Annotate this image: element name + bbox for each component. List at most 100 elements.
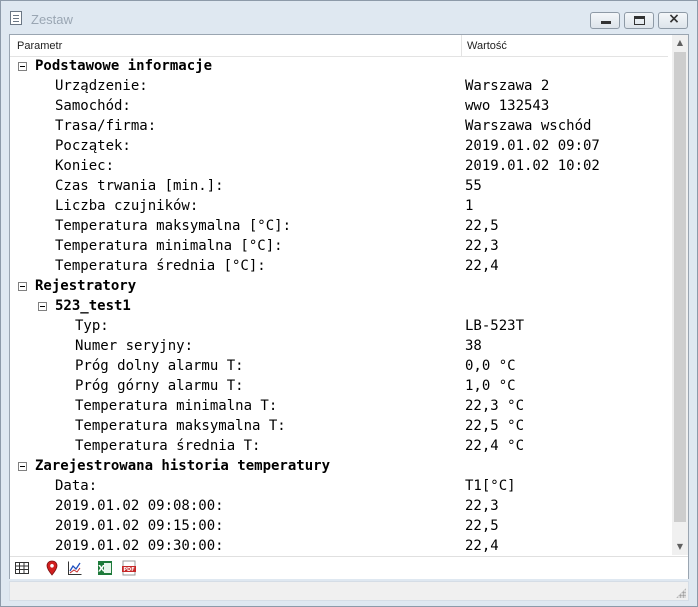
parameter-label: Temperatura minimalna [°C]:	[55, 238, 283, 254]
parameter-label: Data:	[55, 478, 98, 494]
parameter-label: Samochód:	[55, 98, 131, 114]
resize-grip[interactable]	[676, 588, 686, 598]
bottom-toolbar: X PDF	[10, 556, 688, 579]
parameter-value: 38	[465, 338, 482, 354]
minimize-button[interactable]	[590, 12, 620, 29]
column-header: Parametr Wartość	[10, 35, 668, 57]
tree-row[interactable]: Samochód: wwo 132543	[10, 96, 668, 116]
tree-row[interactable]: Liczba czujników: 1	[10, 196, 668, 216]
parameter-label: Podstawowe informacje	[35, 58, 213, 74]
parameter-value: Warszawa 2	[465, 78, 550, 94]
tree-row[interactable]: Próg górny alarmu T: 1,0 °C	[10, 376, 668, 396]
table-view-icon[interactable]	[14, 560, 30, 576]
collapse-toggle-icon[interactable]	[18, 62, 27, 71]
vertical-scrollbar[interactable]: ▲ ▼	[672, 35, 688, 555]
close-button[interactable]: ×	[658, 11, 688, 29]
tree-rows: Podstawowe informacje Urządzenie: Warszawa…	[10, 56, 668, 555]
svg-text:X: X	[98, 565, 105, 575]
parameter-value: 22,5	[465, 218, 499, 234]
parameter-value: 0,0 °C	[465, 358, 516, 374]
scroll-thumb[interactable]	[674, 52, 686, 522]
tree-group-row[interactable]: Rejestratory	[10, 276, 668, 296]
pdf-export-icon[interactable]: PDF	[121, 560, 137, 576]
tree-row[interactable]: Temperatura maksymalna T: 22,5 °C	[10, 416, 668, 436]
parameter-label: Urządzenie:	[55, 78, 148, 94]
parameter-value: 22,4	[465, 538, 499, 554]
tree-row[interactable]: 2019.01.02 09:30:00: 22,4	[10, 536, 668, 555]
parameter-value: 22,3	[465, 238, 499, 254]
tree-row[interactable]: Temperatura minimalna T: 22,3 °C	[10, 396, 668, 416]
parameter-value: 22,3	[465, 498, 499, 514]
svg-text:PDF: PDF	[123, 567, 134, 573]
parameter-label: Próg dolny alarmu T:	[75, 358, 244, 374]
window: Zestaw × Parametr Wartość Podstawowe inf…	[0, 0, 698, 607]
parameter-label: Temperatura średnia T:	[75, 438, 261, 454]
parameter-label: Trasa/firma:	[55, 118, 157, 134]
scroll-up-arrow-icon[interactable]: ▲	[672, 35, 688, 51]
column-divider[interactable]	[461, 35, 462, 56]
tree-row[interactable]: 2019.01.02 09:08:00: 22,3	[10, 496, 668, 516]
parameter-label: 2019.01.02 09:08:00:	[55, 498, 224, 514]
parameter-value: 22,5	[465, 518, 499, 534]
parameter-value: 2019.01.02 09:07	[465, 138, 600, 154]
scroll-down-arrow-icon[interactable]: ▼	[672, 539, 688, 555]
parameter-value: 22,4 °C	[465, 438, 525, 454]
collapse-toggle-icon[interactable]	[18, 462, 27, 471]
column-header-parameter[interactable]: Parametr	[17, 40, 62, 52]
window-title: Zestaw	[31, 12, 73, 27]
tree-row[interactable]: Temperatura maksymalna [°C]: 22,5	[10, 216, 668, 236]
column-header-value[interactable]: Wartość	[467, 40, 507, 52]
tree-group-row[interactable]: Zarejestrowana historia temperatury	[10, 456, 668, 476]
collapse-toggle-icon[interactable]	[38, 302, 47, 311]
chart-icon[interactable]	[67, 560, 83, 576]
tree-row[interactable]: Próg dolny alarmu T: 0,0 °C	[10, 356, 668, 376]
parameter-value: 1	[465, 198, 474, 214]
parameter-value: T1[°C]	[465, 478, 516, 494]
tree-row[interactable]: Początek: 2019.01.02 09:07	[10, 136, 668, 156]
parameter-label: 523_test1	[55, 298, 131, 314]
tree-view: Parametr Wartość Podstawowe informacje Ur…	[9, 34, 689, 579]
parameter-value: LB-523T	[465, 318, 525, 334]
tree-row[interactable]: Typ: LB-523T	[10, 316, 668, 336]
parameter-label: 2019.01.02 09:30:00:	[55, 538, 224, 554]
parameter-value: wwo 132543	[465, 98, 550, 114]
tree-row[interactable]: Temperatura średnia [°C]: 22,4	[10, 256, 668, 276]
parameter-value: Warszawa wschód	[465, 118, 592, 134]
tree-row[interactable]: Temperatura średnia T: 22,4 °C	[10, 436, 668, 456]
parameter-label: Zarejestrowana historia temperatury	[35, 458, 331, 474]
title-bar[interactable]: Zestaw ×	[1, 1, 697, 33]
parameter-value: 22,4	[465, 258, 499, 274]
tree-row[interactable]: Numer seryjny: 38	[10, 336, 668, 356]
tree-row[interactable]: 2019.01.02 09:15:00: 22,5	[10, 516, 668, 536]
parameter-label: Temperatura średnia [°C]:	[55, 258, 266, 274]
parameter-label: Temperatura minimalna T:	[75, 398, 278, 414]
maximize-button[interactable]	[624, 12, 654, 29]
excel-export-icon[interactable]: X	[97, 560, 113, 576]
parameter-label: Temperatura maksymalna T:	[75, 418, 286, 434]
tree-row[interactable]: Temperatura minimalna [°C]: 22,3	[10, 236, 668, 256]
collapse-toggle-icon[interactable]	[18, 282, 27, 291]
tree-group-row[interactable]: 523_test1	[10, 296, 668, 316]
parameter-label: Próg górny alarmu T:	[75, 378, 244, 394]
parameter-label: Początek:	[55, 138, 131, 154]
tree-row[interactable]: Trasa/firma: Warszawa wschód	[10, 116, 668, 136]
parameter-label: 2019.01.02 09:15:00:	[55, 518, 224, 534]
parameter-label: Liczba czujników:	[55, 198, 199, 214]
parameter-label: Czas trwania [min.]:	[55, 178, 224, 194]
parameter-value: 2019.01.02 10:02	[465, 158, 600, 174]
tree-row[interactable]: Urządzenie: Warszawa 2	[10, 76, 668, 96]
status-bar	[9, 581, 689, 601]
close-icon: ×	[668, 11, 680, 27]
app-icon	[10, 11, 22, 25]
parameter-label: Temperatura maksymalna [°C]:	[55, 218, 292, 234]
tree-row[interactable]: Data: T1[°C]	[10, 476, 668, 496]
tree-group-row[interactable]: Podstawowe informacje	[10, 56, 668, 76]
tree-row[interactable]: Czas trwania [min.]: 55	[10, 176, 668, 196]
parameter-value: 1,0 °C	[465, 378, 516, 394]
parameter-label: Typ:	[75, 318, 109, 334]
maximize-icon	[634, 16, 645, 25]
parameter-value: 22,3 °C	[465, 398, 525, 414]
tree-row[interactable]: Koniec: 2019.01.02 10:02	[10, 156, 668, 176]
parameter-label: Koniec:	[55, 158, 115, 174]
map-pin-icon[interactable]	[44, 560, 60, 576]
